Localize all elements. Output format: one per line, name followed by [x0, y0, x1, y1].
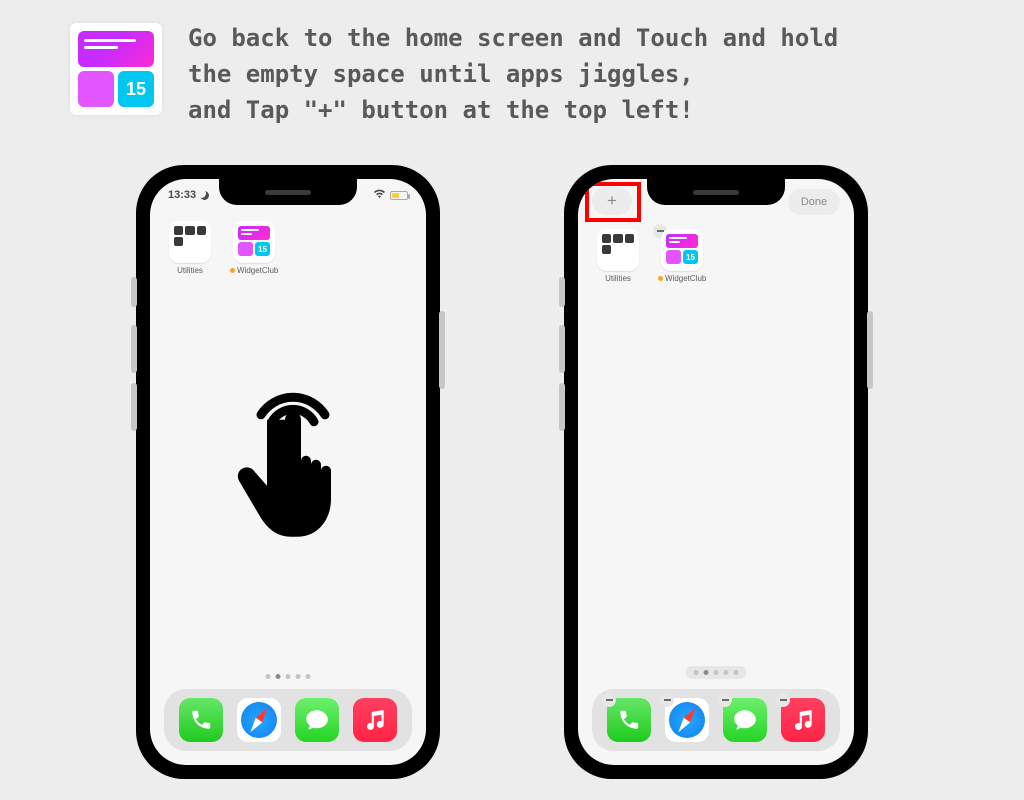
- dock: [592, 689, 840, 751]
- remove-app-badge[interactable]: [660, 693, 674, 707]
- volume-down-button: [559, 383, 565, 431]
- status-bar: 13:33: [150, 185, 426, 205]
- widgetclub-app-icon: 15: [70, 23, 162, 115]
- remove-app-badge[interactable]: [718, 693, 732, 707]
- widgetclub-app[interactable]: 15 WidgetClub: [658, 229, 706, 283]
- compass-icon: [241, 702, 277, 738]
- status-time: 13:33: [168, 189, 196, 201]
- messages-app[interactable]: [723, 698, 767, 742]
- app-label: Utilities: [594, 274, 642, 283]
- mute-switch: [559, 277, 565, 307]
- power-button: [867, 311, 873, 389]
- battery-icon: [390, 191, 408, 200]
- add-widget-button[interactable]: +: [592, 187, 632, 215]
- widgetclub-number: 15: [126, 79, 146, 100]
- volume-up-button: [131, 325, 137, 373]
- phone-app[interactable]: [607, 698, 651, 742]
- app-label: Utilities: [166, 266, 214, 275]
- widgetclub-app[interactable]: 15 WidgetClub: [230, 221, 278, 275]
- phone-jiggle-mode: + Done Utilities 15 WidgetClub: [564, 165, 868, 779]
- volume-down-button: [131, 383, 137, 431]
- page-indicator[interactable]: [266, 674, 311, 679]
- music-app[interactable]: [353, 698, 397, 742]
- page-indicator[interactable]: [686, 666, 747, 679]
- touch-hold-gesture-icon: [223, 377, 353, 547]
- volume-up-button: [559, 325, 565, 373]
- phone-app[interactable]: [179, 698, 223, 742]
- done-button[interactable]: Done: [788, 189, 840, 215]
- remove-app-badge[interactable]: [602, 693, 616, 707]
- do-not-disturb-icon: [200, 191, 209, 200]
- messages-app[interactable]: [295, 698, 339, 742]
- power-button: [439, 311, 445, 389]
- dock: [164, 689, 412, 751]
- compass-icon: [669, 702, 705, 738]
- utilities-folder[interactable]: Utilities: [594, 229, 642, 283]
- safari-app[interactable]: [237, 698, 281, 742]
- wifi-icon: [373, 189, 386, 202]
- app-label: WidgetClub: [230, 266, 278, 275]
- remove-app-badge[interactable]: [776, 693, 790, 707]
- mute-switch: [131, 277, 137, 307]
- phone-normal-mode: 13:33 Utilities 15: [136, 165, 440, 779]
- utilities-folder[interactable]: Utilities: [166, 221, 214, 275]
- music-app[interactable]: [781, 698, 825, 742]
- instructions-text: Go back to the home screen and Touch and…: [188, 20, 984, 128]
- app-label: WidgetClub: [658, 274, 706, 283]
- safari-app[interactable]: [665, 698, 709, 742]
